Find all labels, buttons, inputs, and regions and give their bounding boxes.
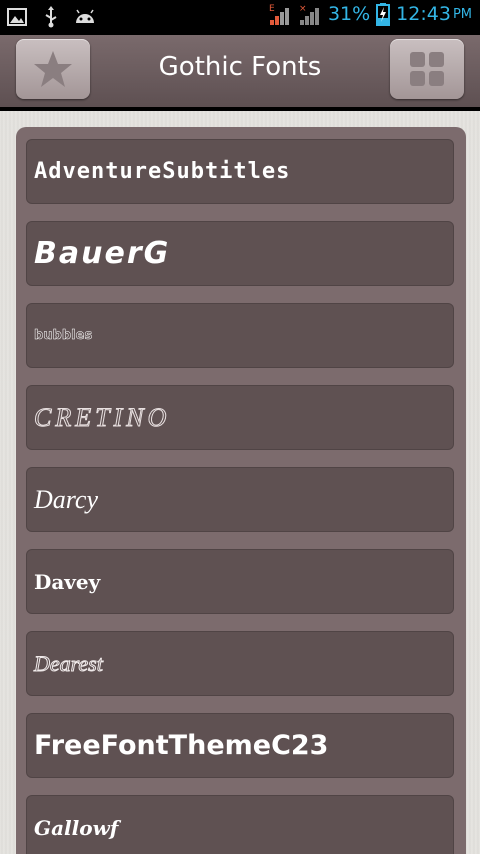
list-item[interactable]: Gallowf	[26, 795, 454, 854]
list-item[interactable]: Davey	[26, 549, 454, 614]
font-name: Gallowf	[34, 815, 119, 840]
battery-percent: 31%	[327, 3, 371, 25]
list-item[interactable]: BauerG	[26, 221, 454, 286]
font-name: Davey	[34, 569, 101, 594]
svg-text:×: ×	[299, 4, 307, 14]
clock-time: 12:43	[396, 3, 451, 25]
app-screen: E × 31% 12:43 PM Gothic Fonts AdventureS…	[0, 0, 480, 854]
signal-e-icon: E	[268, 3, 292, 25]
font-name: Dearest	[34, 650, 104, 676]
grid-view-button[interactable]	[390, 39, 464, 99]
list-item[interactable]: CRETINO	[26, 385, 454, 450]
list-item[interactable]: bubbles	[26, 303, 454, 368]
grid-icon	[410, 52, 444, 86]
font-name: BauerG	[34, 236, 171, 271]
content-area: AdventureSubtitles BauerG bubbles CRETIN…	[0, 111, 480, 854]
font-name: FreeFontThemeC23	[34, 730, 329, 761]
font-name: Darcy	[34, 484, 99, 514]
list-item[interactable]: Dearest	[26, 631, 454, 696]
font-name: CRETINO	[33, 402, 171, 432]
usb-icon	[40, 6, 62, 28]
svg-text:E: E	[269, 4, 275, 14]
font-list[interactable]: AdventureSubtitles BauerG bubbles CRETIN…	[26, 139, 454, 854]
android-icon	[74, 6, 96, 28]
signal-no-data-icon: ×	[298, 3, 322, 25]
font-name: AdventureSubtitles	[34, 159, 291, 184]
list-item[interactable]: FreeFontThemeC23	[26, 713, 454, 778]
status-bar: E × 31% 12:43 PM	[0, 0, 480, 35]
font-name: bubbles	[34, 328, 93, 344]
system-icons: E × 31% 12:43 PM	[268, 3, 472, 26]
list-item[interactable]: AdventureSubtitles	[26, 139, 454, 204]
image-icon	[6, 6, 28, 28]
clock-ampm: PM	[452, 6, 472, 22]
battery-charging-icon	[376, 3, 391, 26]
list-item[interactable]: Darcy	[26, 467, 454, 532]
notification-icons	[6, 6, 96, 28]
font-list-panel: AdventureSubtitles BauerG bubbles CRETIN…	[16, 127, 466, 854]
action-bar: Gothic Fonts	[0, 35, 480, 111]
